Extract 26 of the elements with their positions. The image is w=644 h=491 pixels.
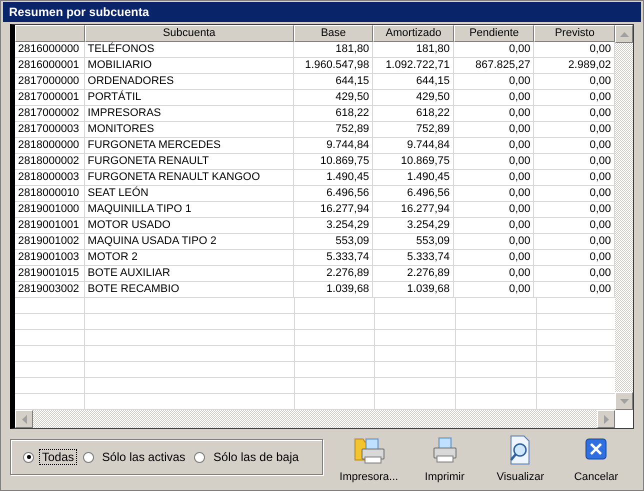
column-header[interactable]: Subcuenta <box>84 25 294 42</box>
table-cell: 1.039,68 <box>294 282 374 298</box>
column-header[interactable]: Base <box>294 25 374 42</box>
table-cell: 2819003002 <box>15 282 85 298</box>
column-header[interactable]: Previsto <box>534 25 615 42</box>
radio-icon[interactable] <box>194 452 206 462</box>
table-cell: 1.039,68 <box>373 282 454 298</box>
radio-icon[interactable] <box>83 452 94 462</box>
column-header[interactable]: Pendiente <box>454 25 534 42</box>
scroll-right-icon[interactable] <box>597 410 615 428</box>
preview-button[interactable]: Visualizar <box>485 433 556 483</box>
scroll-down-icon[interactable] <box>615 392 633 410</box>
table-cell: 0,00 <box>454 282 534 298</box>
print-button[interactable]: Imprimir <box>410 433 480 483</box>
cancel-button[interactable]: Cancelar <box>561 433 632 483</box>
horizontal-scrollbar[interactable] <box>15 410 615 428</box>
column-header[interactable]: Amortizado <box>373 25 454 42</box>
window-title: Resumen por subcuenta <box>3 2 641 22</box>
radio-option[interactable]: Sólo las activas <box>83 449 188 465</box>
vertical-scrollbar[interactable] <box>615 25 633 410</box>
table-cell: BOTE RECAMBIO <box>84 282 294 298</box>
radio-icon[interactable] <box>23 452 34 462</box>
scroll-left-icon[interactable] <box>15 410 33 428</box>
printer-setup-button[interactable]: Impresora... <box>334 433 404 483</box>
scroll-up-icon[interactable] <box>615 25 633 43</box>
radio-option[interactable]: Sólo las de baja <box>194 449 302 465</box>
